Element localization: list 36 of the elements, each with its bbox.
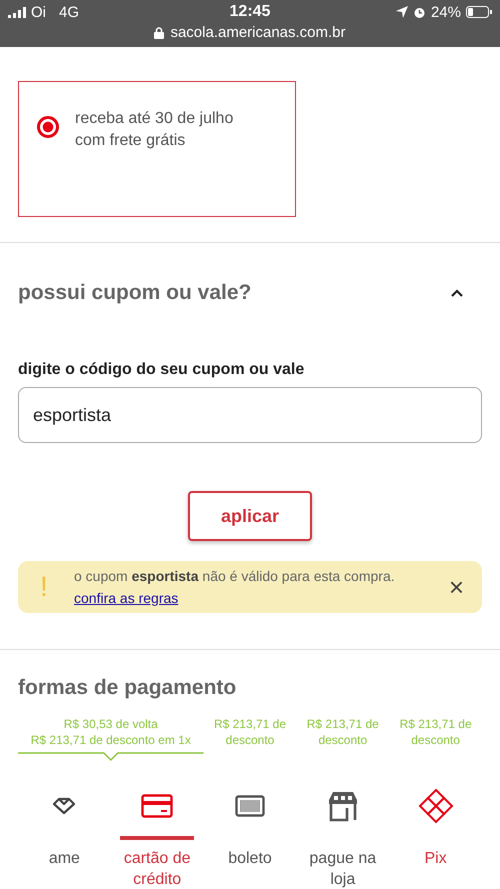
chevron-icon[interactable] <box>450 288 464 298</box>
location-arrow-icon <box>396 6 408 18</box>
battery-percent: 24% <box>430 4 461 20</box>
delivery-option-card[interactable]: receba até 30 de julho com frete grátis <box>18 81 296 217</box>
diamond-pattern-icon <box>418 788 454 824</box>
payment-method-tab[interactable]: pague na loja <box>296 786 390 889</box>
credit-card-icon <box>141 794 174 818</box>
rules-link[interactable]: confira as regras <box>74 590 178 606</box>
storefront-icon <box>326 790 359 822</box>
page-url: sacola.americanas.com.br <box>170 24 346 41</box>
signal-icon <box>8 6 26 18</box>
carrier-name: Oi <box>31 4 46 20</box>
payment-method-tab[interactable]: boleto <box>204 786 296 889</box>
radio-button[interactable] <box>37 116 59 138</box>
alert-message: o cupom esportista não é válido para esta compra. <box>74 568 395 584</box>
payment-method-tab[interactable]: cartão de crédito <box>110 786 204 889</box>
section-title: possui cupom ou vale? <box>18 281 252 305</box>
payment-method-tab[interactable]: Pix <box>389 786 482 889</box>
coupon-input-field[interactable]: esportista <box>18 387 482 443</box>
offer-text: R$ 213,71 de desconto <box>212 716 288 749</box>
payment-method-tab[interactable]: ame <box>18 786 111 889</box>
network-type: 4G <box>59 4 80 20</box>
delivery-text: receba até 30 de julho com frete grátis <box>75 109 234 151</box>
alarm-clock-icon <box>412 6 426 18</box>
clock-time: 12:45 <box>230 3 270 21</box>
apply-button[interactable]: aplicar <box>188 491 312 541</box>
barcode-icon <box>234 795 265 817</box>
offer-text: R$ 30,53 de volta R$ 213,71 de desconto em 1x <box>30 716 192 749</box>
lock-icon <box>154 26 164 38</box>
close-button[interactable]: × <box>448 574 464 600</box>
field-label: digite o código do seu cupom ou vale <box>18 361 306 379</box>
offer-text: R$ 213,71 de desconto <box>306 716 380 749</box>
warning-icon: ! <box>40 571 74 603</box>
offer-text: R$ 213,71 de desconto <box>398 716 473 749</box>
battery-icon <box>466 6 492 18</box>
section-title: formas de pagamento <box>18 676 238 700</box>
